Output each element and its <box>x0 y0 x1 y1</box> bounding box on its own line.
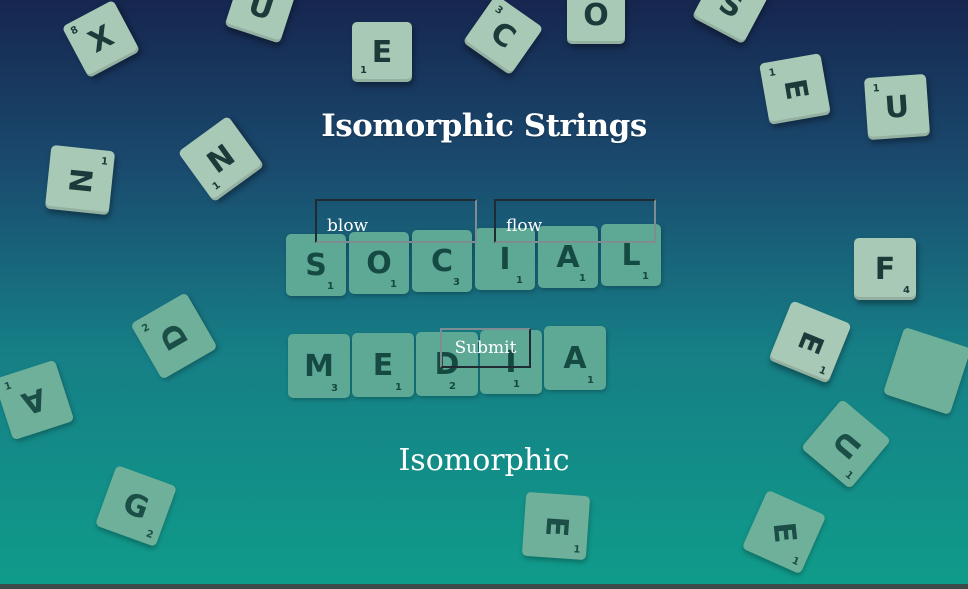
tile-letter: G <box>118 485 154 527</box>
background-tile: U <box>224 0 298 44</box>
background-tile: A 1 <box>0 359 75 441</box>
tile-points: 1 <box>642 271 649 282</box>
tile-points: 2 <box>144 528 155 542</box>
tile-letter: O <box>583 0 609 33</box>
tile-points: 1 <box>390 279 397 290</box>
background-tile <box>882 326 968 416</box>
tile-letter: F <box>874 251 896 287</box>
page-title: Isomorphic Strings <box>321 108 647 144</box>
tile-letter: I <box>499 241 511 277</box>
submit-button[interactable]: Submit <box>440 328 531 368</box>
background-tile: F 4 <box>854 238 916 300</box>
first-string-input[interactable] <box>315 199 477 243</box>
tile-letter: U <box>244 0 278 28</box>
background-tile: E 1 <box>352 22 412 82</box>
background-tile: E 1 <box>741 489 827 575</box>
word-tile: A 1 <box>544 326 606 390</box>
tile-points: 1 <box>513 379 520 390</box>
tile-points: 1 <box>587 375 594 386</box>
tile-letter: E <box>775 75 815 103</box>
tile-points: 1 <box>360 65 367 76</box>
background-tile: S <box>691 0 771 45</box>
background-tile: C 3 <box>462 0 544 76</box>
tile-letter: X <box>82 18 120 60</box>
second-string-input[interactable] <box>494 199 656 243</box>
tile-letter: S <box>305 247 327 283</box>
tile-letter: E <box>371 34 393 70</box>
result-text: Isomorphic <box>398 443 570 478</box>
tile-letter: E <box>372 347 394 383</box>
tile-letter: S <box>713 0 749 26</box>
tile-letter: O <box>366 245 392 281</box>
tile-points: 2 <box>140 321 152 336</box>
word-tile: S 1 <box>286 234 346 296</box>
tile-letter: E <box>537 514 575 538</box>
tile-points: 1 <box>573 544 581 556</box>
tile-points: 1 <box>100 156 109 168</box>
tile-points: 1 <box>3 380 14 394</box>
background-tile: N 1 <box>44 144 116 216</box>
tile-letter: E <box>765 519 803 545</box>
tile-letter: D <box>152 316 196 356</box>
tile-points: 1 <box>327 281 334 292</box>
tile-points: 3 <box>331 383 338 394</box>
tile-points: 1 <box>516 275 523 286</box>
word-tile: E 1 <box>352 333 414 397</box>
tile-letter: C <box>430 243 454 279</box>
background-tile: O <box>567 0 625 44</box>
tile-letter: C <box>483 14 523 56</box>
tile-points: 8 <box>68 24 81 38</box>
tile-points: 3 <box>453 277 460 288</box>
tile-letter: A <box>17 379 51 421</box>
tile-points: 1 <box>872 83 881 95</box>
tile-letter: M <box>304 348 334 384</box>
tile-points: 4 <box>903 285 910 296</box>
page-background: X 8 U E 1 C 3 O S N 1 N 1 E 1 U 1 F 4 D <box>0 0 968 589</box>
tile-letter: A <box>556 239 580 275</box>
background-tile: D 2 <box>130 292 218 380</box>
tile-letter: E <box>789 325 831 359</box>
tile-letter: A <box>563 340 587 376</box>
tile-points: 1 <box>395 382 402 393</box>
tile-points: 1 <box>210 179 223 193</box>
word-tile: M 3 <box>288 334 350 398</box>
background-tile: E 1 <box>521 491 591 561</box>
tile-points: 1 <box>789 555 801 569</box>
tile-points: 1 <box>579 273 586 284</box>
tile-points: 1 <box>768 67 777 80</box>
bottom-edge-strip <box>0 584 968 589</box>
background-tile: E 1 <box>768 300 852 384</box>
tile-points: 1 <box>817 364 828 378</box>
background-tile: X 8 <box>61 0 141 79</box>
tile-points: 2 <box>449 381 456 392</box>
tile-letter: N <box>61 165 99 195</box>
